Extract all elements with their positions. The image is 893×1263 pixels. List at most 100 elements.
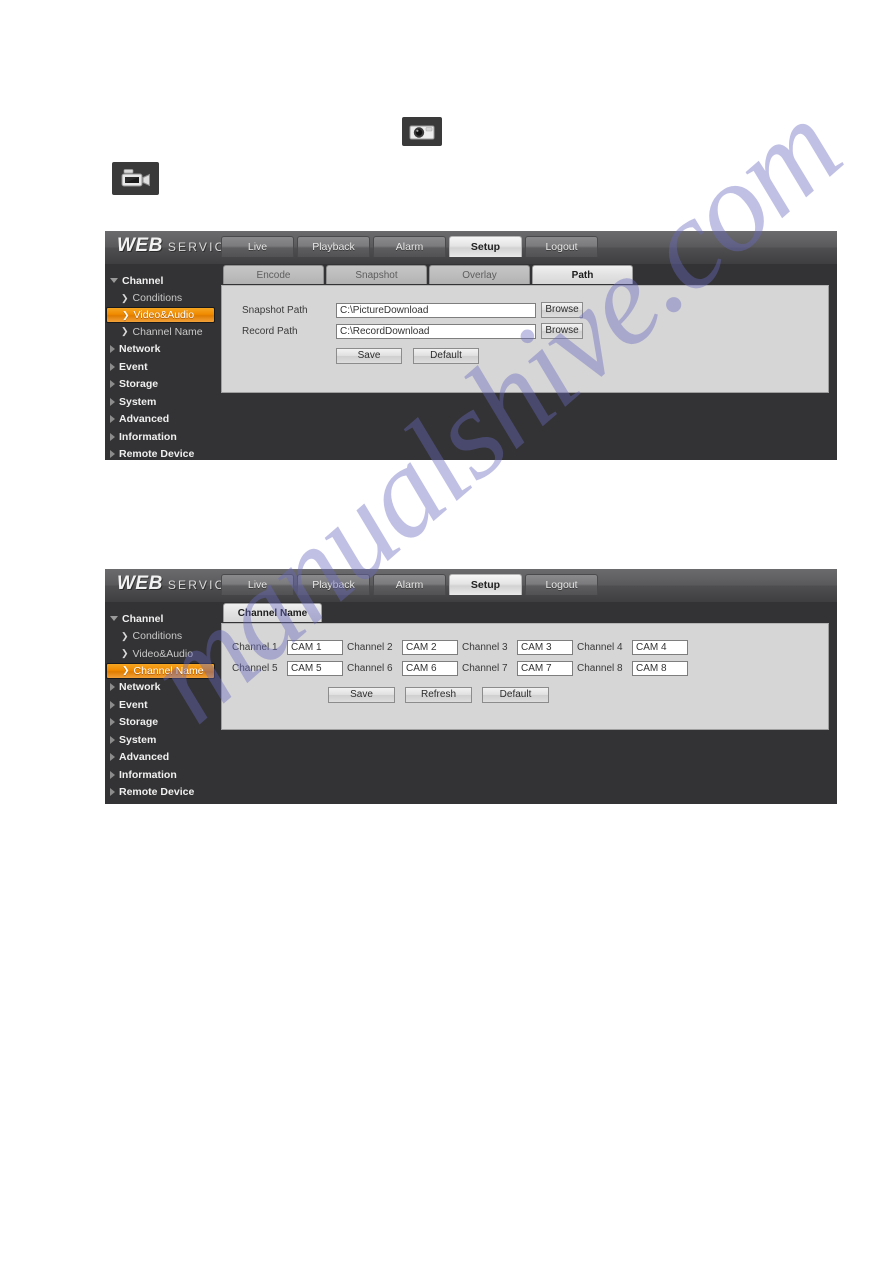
nav-tab-live[interactable]: Live	[221, 574, 294, 595]
sidebar-item-event[interactable]: Event	[105, 696, 221, 714]
triangle-right-icon	[110, 397, 115, 406]
sidebar-item-information[interactable]: Information	[105, 428, 221, 446]
sidebar-label: Advanced	[119, 413, 170, 426]
nav-tab-alarm[interactable]: Alarm	[373, 236, 446, 257]
snapshot-path-input[interactable]	[336, 302, 536, 318]
sidebar-item-event[interactable]: Event	[105, 358, 221, 376]
tab-encode[interactable]: Encode	[223, 265, 324, 284]
triangle-down-icon	[110, 278, 118, 284]
chevron-right-icon: ❯	[121, 630, 129, 641]
chevron-right-icon: ❯	[122, 309, 130, 320]
sidebar-item-advanced[interactable]: Advanced	[105, 749, 221, 767]
nav-tab-live[interactable]: Live	[221, 236, 294, 257]
triangle-right-icon	[110, 380, 115, 389]
sub-tabs-channel-name: Channel Name	[221, 603, 837, 623]
sidebar-item-network[interactable]: Network	[105, 341, 221, 359]
tab-snapshot[interactable]: Snapshot	[326, 265, 427, 284]
path-form-panel: Snapshot Path Browse Record Path Browse …	[221, 285, 829, 393]
sidebar-item-video-audio[interactable]: ❯ Video&Audio	[105, 645, 221, 663]
triangle-right-icon	[110, 770, 115, 779]
sidebar-label: Conditions	[132, 292, 183, 305]
video-camera-icon	[121, 168, 150, 186]
sidebar-label: Video&Audio	[133, 309, 195, 321]
sidebar-label: Network	[119, 343, 161, 356]
brand-logo: WEB SERVICE	[117, 573, 236, 595]
snapshot-icon-button[interactable]	[402, 117, 442, 146]
channel-3-label: Channel 3	[462, 642, 508, 653]
sidebar-item-storage[interactable]: Storage	[105, 376, 221, 394]
triangle-right-icon	[110, 432, 115, 441]
triangle-down-icon	[110, 616, 118, 622]
channel-6-input[interactable]	[402, 661, 458, 676]
chevron-right-icon: ❯	[121, 326, 129, 337]
default-button[interactable]: Default	[482, 687, 549, 703]
tab-path[interactable]: Path	[532, 265, 633, 284]
sidebar-item-conditions[interactable]: ❯ Conditions	[105, 290, 221, 308]
save-button[interactable]: Save	[336, 348, 402, 364]
refresh-button[interactable]: Refresh	[405, 687, 472, 703]
sidebar-item-channel[interactable]: Channel	[105, 610, 221, 628]
sidebar-item-remote-device[interactable]: Remote Device	[105, 784, 221, 802]
content-area-path: Encode Snapshot Overlay Path Snapshot Pa…	[221, 264, 837, 460]
nav-tab-playback[interactable]: Playback	[297, 236, 370, 257]
channel-5-input[interactable]	[287, 661, 343, 676]
record-path-input[interactable]	[336, 323, 536, 339]
sidebar-label: Video&Audio	[132, 647, 194, 660]
content-area-channel-name: Channel Name Channel 1 Channel 2 Channel…	[221, 602, 837, 804]
snapshot-browse-button[interactable]: Browse	[541, 302, 583, 318]
chevron-right-icon: ❯	[121, 648, 129, 659]
channel-3-input[interactable]	[517, 640, 573, 655]
triangle-right-icon	[110, 718, 115, 727]
sidebar-label: Remote Device	[119, 786, 195, 799]
sidebar-item-advanced[interactable]: Advanced	[105, 411, 221, 429]
tab-overlay[interactable]: Overlay	[429, 265, 530, 284]
sidebar-item-system[interactable]: System	[105, 393, 221, 411]
nav-tab-setup[interactable]: Setup	[449, 236, 522, 257]
tab-channel-name[interactable]: Channel Name	[223, 603, 322, 622]
app-header: WEB SERVICE Live Playback Alarm Setup Log…	[105, 231, 837, 264]
sidebar-item-storage[interactable]: Storage	[105, 714, 221, 732]
record-icon-button[interactable]	[112, 162, 159, 195]
nav-tab-logout[interactable]: Logout	[525, 236, 598, 257]
sidebar-item-conditions[interactable]: ❯ Conditions	[105, 628, 221, 646]
channel-7-input[interactable]	[517, 661, 573, 676]
sidebar-item-channel-name[interactable]: ❯ Channel Name	[106, 662, 215, 679]
sidebar-label: Storage	[119, 378, 159, 391]
sidebar-item-video-audio[interactable]: ❯ Video&Audio	[106, 307, 215, 323]
sidebar-label: Channel Name	[133, 664, 204, 677]
channel-name-form-panel: Channel 1 Channel 2 Channel 3 Channel 4 …	[221, 623, 829, 730]
channel-4-input[interactable]	[632, 640, 688, 655]
channel-7-label: Channel 7	[462, 663, 508, 674]
channel-name-grid: Channel 1 Channel 2 Channel 3 Channel 4 …	[232, 640, 828, 676]
nav-tab-setup[interactable]: Setup	[449, 574, 522, 595]
channel-2-input[interactable]	[402, 640, 458, 655]
sidebar-item-remote-device[interactable]: Remote Device	[105, 446, 221, 464]
triangle-right-icon	[110, 735, 115, 744]
record-path-row: Record Path Browse	[242, 323, 828, 339]
chevron-right-icon: ❯	[122, 665, 130, 675]
default-button[interactable]: Default	[413, 348, 479, 364]
channel-1-label: Channel 1	[232, 642, 278, 653]
sidebar-item-information[interactable]: Information	[105, 766, 221, 784]
sidebar-item-network[interactable]: Network	[105, 679, 221, 697]
nav-tab-alarm[interactable]: Alarm	[373, 574, 446, 595]
web-service-window-channel-name: WEB SERVICE Live Playback Alarm Setup Log…	[105, 569, 837, 804]
channel-1-input[interactable]	[287, 640, 343, 655]
save-button[interactable]: Save	[328, 687, 395, 703]
sidebar-item-system[interactable]: System	[105, 731, 221, 749]
sidebar-label: Channel Name	[132, 325, 203, 338]
sidebar-item-channel-name[interactable]: ❯ Channel Name	[105, 323, 221, 341]
channel-name-button-row: Save Refresh Default	[328, 687, 828, 703]
brand-web: WEB	[117, 573, 163, 594]
record-path-label: Record Path	[242, 325, 298, 337]
record-browse-button[interactable]: Browse	[541, 323, 583, 339]
sidebar-label: Event	[119, 698, 148, 711]
snapshot-path-row: Snapshot Path Browse	[242, 302, 828, 318]
nav-tab-playback[interactable]: Playback	[297, 574, 370, 595]
sidebar-label: Advanced	[119, 751, 170, 764]
nav-tab-logout[interactable]: Logout	[525, 574, 598, 595]
channel-8-input[interactable]	[632, 661, 688, 676]
sub-tabs-video-audio: Encode Snapshot Overlay Path	[221, 265, 837, 285]
sidebar-item-channel[interactable]: Channel	[105, 272, 221, 290]
sidebar-label: Information	[119, 768, 177, 781]
